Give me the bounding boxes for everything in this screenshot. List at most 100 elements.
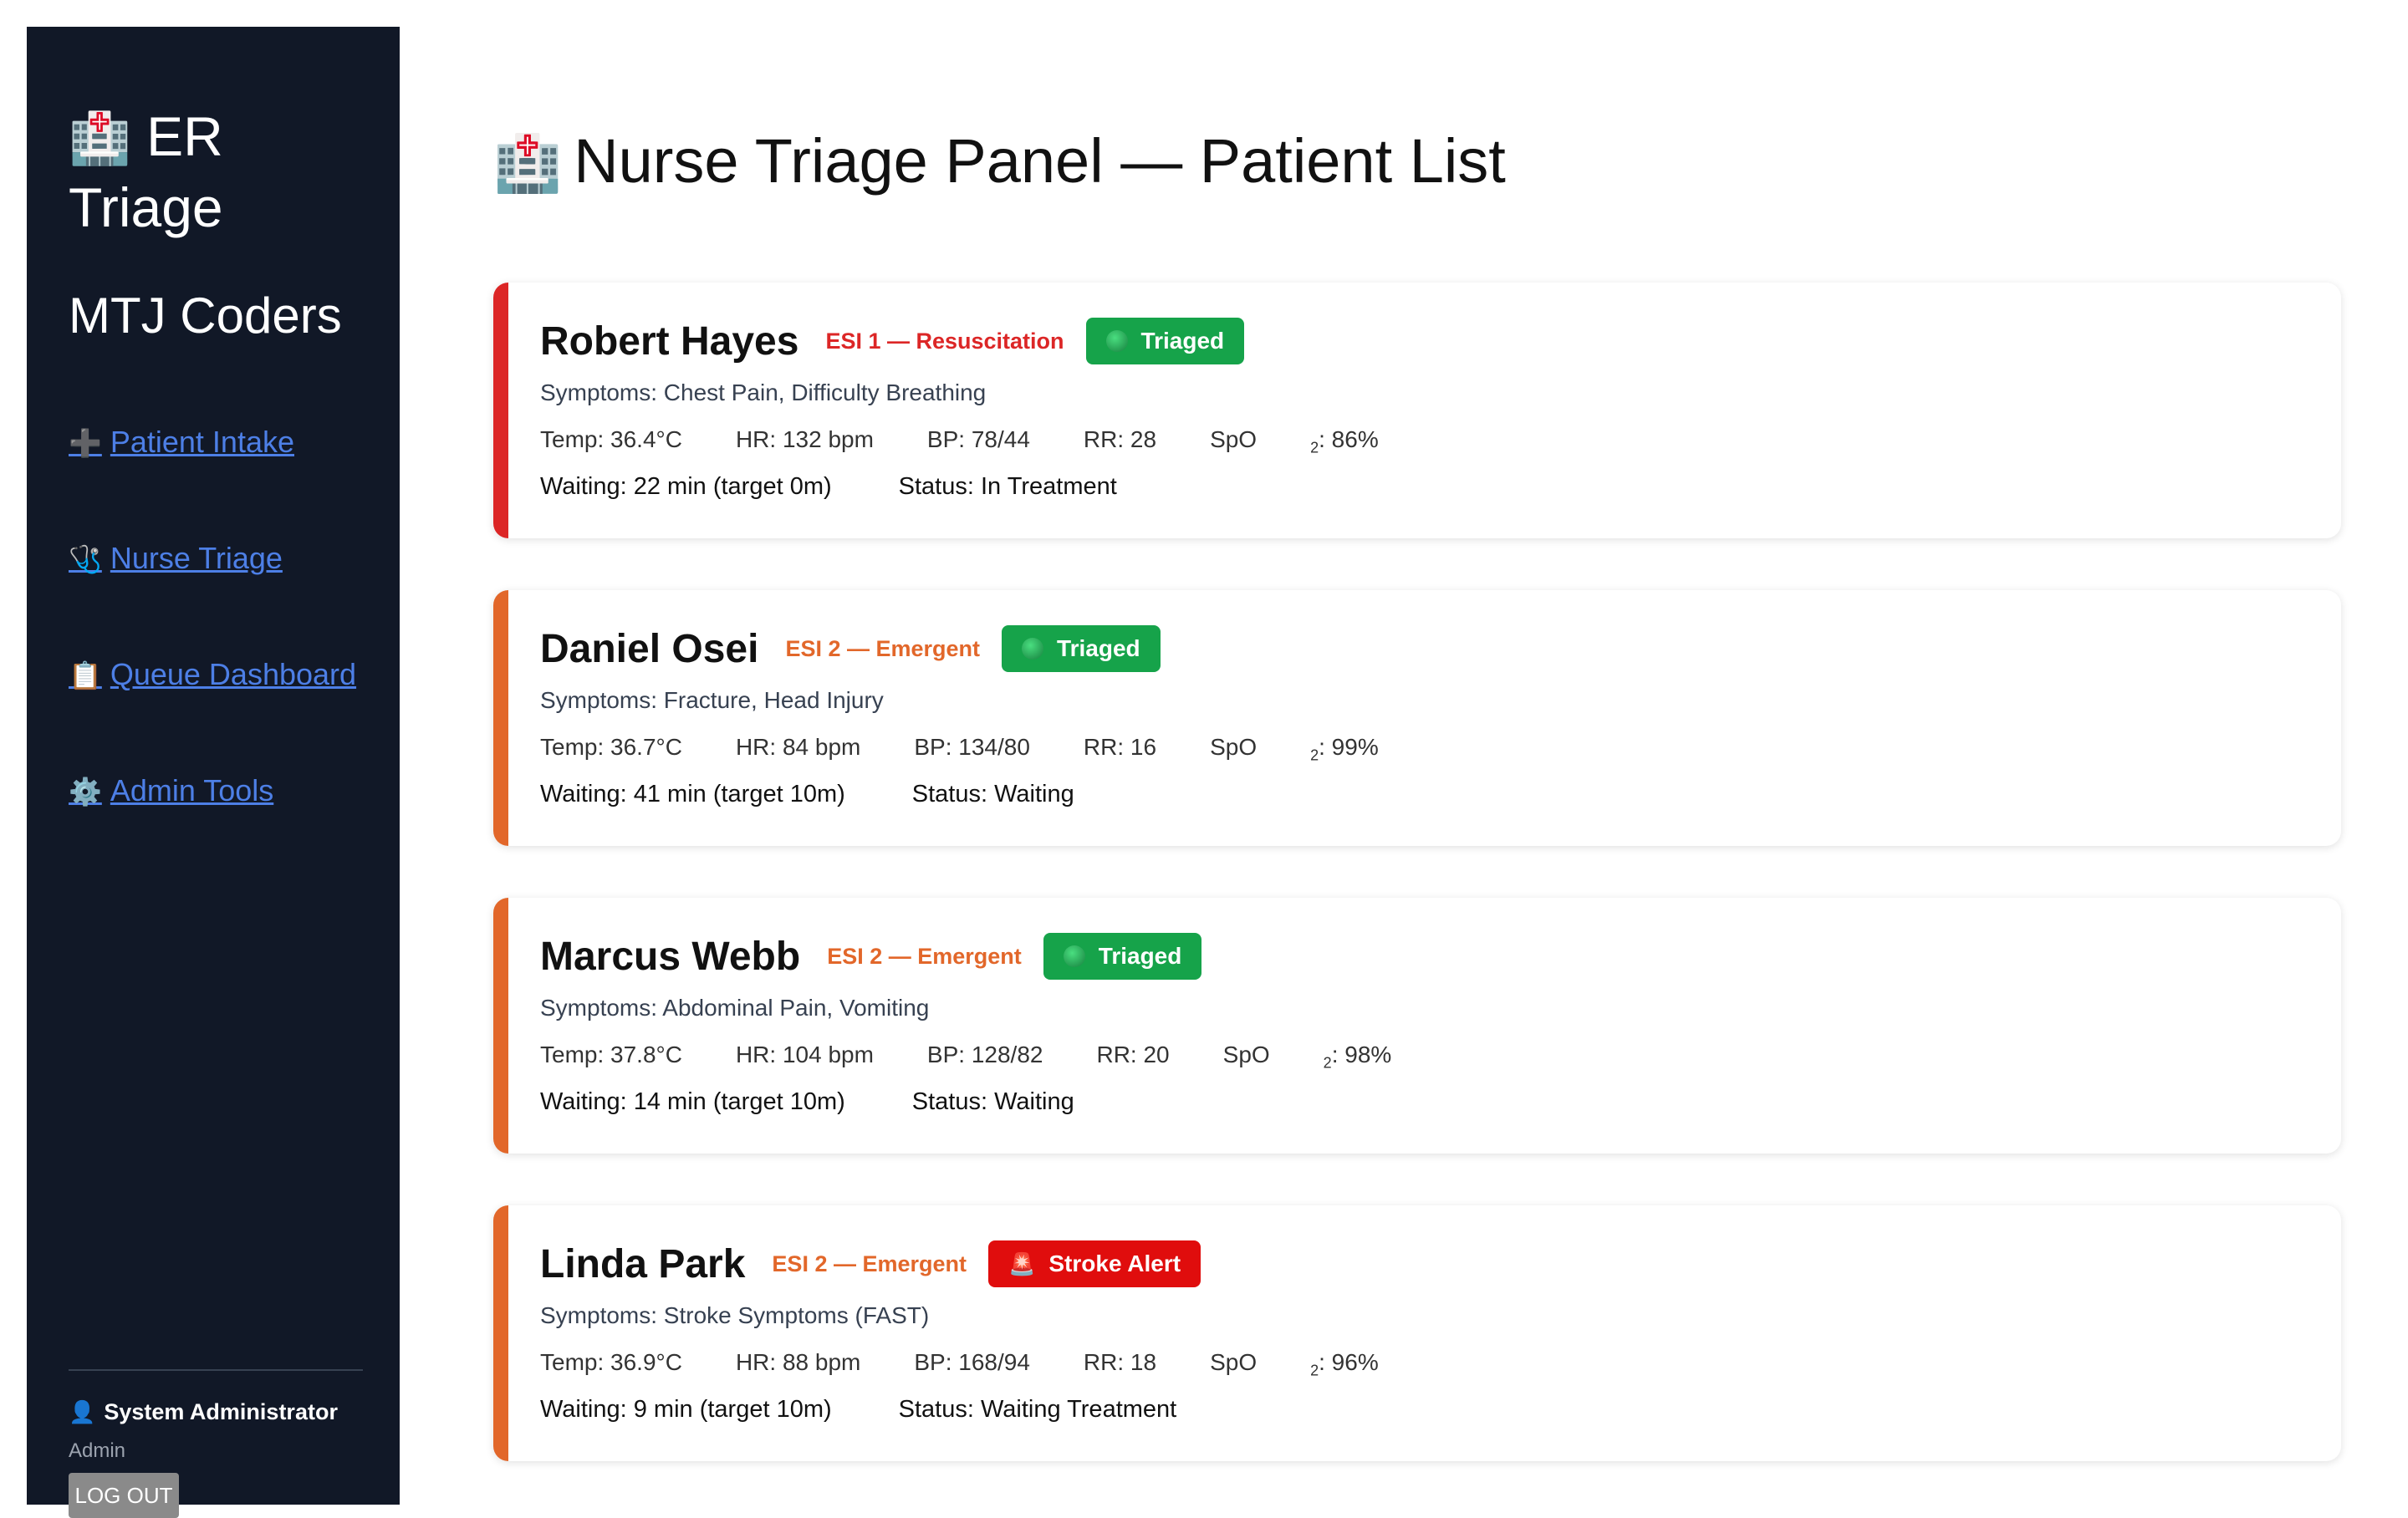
vital-hr: HR: 132 bpm <box>735 426 874 452</box>
logout-button[interactable]: LOG OUT <box>69 1473 179 1518</box>
patient-symptoms: Symptoms: Fracture, Head Injury <box>540 687 884 713</box>
nav-admin-tools[interactable]: ⚙️ Admin Tools <box>69 772 356 810</box>
patient-name: Linda Park <box>540 1241 746 1286</box>
user-role: Admin <box>69 1439 126 1462</box>
vital-hr: HR: 104 bpm <box>735 1042 874 1067</box>
vital-temp: Temp: 36.4°C <box>540 426 682 452</box>
spo2-label: SpO <box>1210 426 1258 452</box>
user-icon: 👤 <box>69 1399 96 1424</box>
spo2-value: : 86% <box>1319 426 1379 452</box>
status-badge: Triaged <box>1043 933 1202 980</box>
green-dot-icon <box>1105 330 1128 352</box>
patient-header: Daniel Osei ESI 2 — Emergent Triaged <box>540 625 1161 672</box>
patient-status-row: Waiting: 22 min (target 0m) Status: In T… <box>540 473 1184 501</box>
vital-hr: HR: 88 bpm <box>735 1349 861 1375</box>
nav-label: Queue Dashboard <box>110 657 357 691</box>
hospital-icon: 🏥 <box>69 110 131 166</box>
vital-bp: BP: 78/44 <box>926 426 1030 452</box>
patient-status-row: Waiting: 9 min (target 10m) Status: Wait… <box>540 1396 1243 1424</box>
patient-status-row: Waiting: 14 min (target 10m) Status: Wai… <box>540 1088 1141 1116</box>
waiting-time: Waiting: 41 min (target 10m) <box>540 781 845 807</box>
vital-spo2: SpO 2: 86% <box>1210 426 1432 457</box>
stethoscope-icon: 🩺 <box>69 544 102 574</box>
spo2-subscript: 2 <box>1323 1054 1332 1072</box>
patient-symptoms: Symptoms: Stroke Symptoms (FAST) <box>540 1302 930 1328</box>
esi-level: ESI 2 — Emergent <box>785 635 981 661</box>
patient-name: Daniel Osei <box>540 626 759 671</box>
sidebar-divider <box>69 1369 363 1371</box>
sidebar-nav: ➕ Patient Intake 🩺 Nurse Triage 📋 Queue Das… <box>69 424 356 889</box>
spo2-label: SpO <box>1222 1042 1270 1067</box>
sidebar: 🏥 ER Triage MTJ Coders ➕ Patient Intake 🩺… <box>27 27 400 1518</box>
nav-label: Admin Tools <box>110 773 274 807</box>
spo2-value: : 99% <box>1319 734 1379 760</box>
vital-temp: Temp: 36.9°C <box>540 1349 682 1375</box>
main-content: 🏥 Nurse Triage Panel — Patient List Rober… <box>493 0 2358 1505</box>
brand-title: 🏥 ER Triage <box>69 102 370 242</box>
patient-status: Status: Waiting <box>911 781 1074 807</box>
badge-label: Triaged <box>1098 943 1182 969</box>
gear-icon: ⚙️ <box>69 777 102 807</box>
siren-icon: 🚨 <box>1008 1251 1036 1276</box>
hospital-icon: 🏥 <box>493 132 563 194</box>
status-badge: Triaged <box>1002 625 1161 672</box>
patient-card[interactable]: Daniel Osei ESI 2 — Emergent Triaged Sym… <box>493 590 2341 846</box>
vital-rr: RR: 18 <box>1083 1349 1157 1375</box>
vital-spo2: SpO 2: 99% <box>1210 734 1432 765</box>
vital-bp: BP: 134/80 <box>914 734 1030 760</box>
patient-vitals: Temp: 36.4°C HR: 132 bpm BP: 78/44 RR: 2… <box>540 426 1486 457</box>
patient-name: Marcus Webb <box>540 934 801 979</box>
waiting-time: Waiting: 22 min (target 0m) <box>540 473 832 500</box>
patient-header: Linda Park ESI 2 — Emergent 🚨 Stroke Aler… <box>540 1240 1201 1287</box>
waiting-time: Waiting: 14 min (target 10m) <box>540 1088 845 1115</box>
patient-card[interactable]: Robert Hayes ESI 1 — Resuscitation Triag… <box>493 283 2341 538</box>
patient-symptoms: Symptoms: Abdominal Pain, Vomiting <box>540 995 930 1021</box>
status-badge: Triaged <box>1085 318 1245 364</box>
green-dot-icon <box>1022 638 1044 660</box>
page-title-text: Nurse Triage Panel — Patient List <box>574 126 1506 196</box>
patient-header: Robert Hayes ESI 1 — Resuscitation Triag… <box>540 318 1245 364</box>
esi-level: ESI 1 — Resuscitation <box>825 328 1064 354</box>
vital-temp: Temp: 36.7°C <box>540 734 682 760</box>
patient-card[interactable]: Marcus Webb ESI 2 — Emergent Triaged Sym… <box>493 898 2341 1154</box>
vital-spo2: SpO 2: 96% <box>1210 1349 1432 1380</box>
vital-hr: HR: 84 bpm <box>735 734 861 760</box>
vital-rr: RR: 16 <box>1083 734 1157 760</box>
nav-nurse-triage[interactable]: 🩺 Nurse Triage <box>69 540 356 578</box>
spo2-subscript: 2 <box>1310 746 1319 764</box>
patient-vitals: Temp: 36.9°C HR: 88 bpm BP: 168/94 RR: 1… <box>540 1349 1486 1380</box>
spo2-value: : 96% <box>1319 1349 1379 1375</box>
spo2-subscript: 2 <box>1310 1362 1319 1379</box>
vital-bp: BP: 168/94 <box>914 1349 1030 1375</box>
spo2-label: SpO <box>1210 734 1258 760</box>
patient-status-row: Waiting: 41 min (target 10m) Status: Wai… <box>540 781 1141 808</box>
nav-queue-dashboard[interactable]: 📋 Queue Dashboard <box>69 656 356 694</box>
badge-label: Triaged <box>1140 328 1225 354</box>
team-name: MTJ Coders <box>69 288 342 344</box>
user-name: System Administrator <box>104 1399 338 1424</box>
patient-status: Status: Waiting <box>911 1088 1074 1115</box>
vital-spo2: SpO 2: 98% <box>1223 1042 1446 1072</box>
current-user: 👤 System Administrator <box>69 1399 338 1425</box>
vital-rr: RR: 20 <box>1096 1042 1170 1067</box>
patient-header: Marcus Webb ESI 2 — Emergent Triaged <box>540 933 1202 980</box>
vital-temp: Temp: 37.8°C <box>540 1042 682 1067</box>
waiting-time: Waiting: 9 min (target 10m) <box>540 1396 832 1423</box>
spo2-subscript: 2 <box>1310 439 1319 456</box>
patient-symptoms: Symptoms: Chest Pain, Difficulty Breathi… <box>540 380 987 405</box>
alert-badge: 🚨 Stroke Alert <box>988 1240 1201 1287</box>
esi-level: ESI 2 — Emergent <box>772 1251 967 1276</box>
patient-status: Status: Waiting Treatment <box>898 1396 1177 1423</box>
page-title: 🏥 Nurse Triage Panel — Patient List <box>493 125 1506 196</box>
esi-level: ESI 2 — Emergent <box>827 943 1022 969</box>
patient-status: Status: In Treatment <box>898 473 1117 500</box>
nav-label: Nurse Triage <box>110 541 283 575</box>
spo2-value: : 98% <box>1331 1042 1392 1067</box>
badge-label: Stroke Alert <box>1048 1251 1181 1276</box>
patient-name: Robert Hayes <box>540 318 799 364</box>
vital-bp: BP: 128/82 <box>926 1042 1043 1067</box>
nav-patient-intake[interactable]: ➕ Patient Intake <box>69 424 356 461</box>
nav-label: Patient Intake <box>110 425 294 459</box>
spo2-label: SpO <box>1210 1349 1258 1375</box>
patient-card[interactable]: Linda Park ESI 2 — Emergent 🚨 Stroke Aler… <box>493 1205 2341 1461</box>
